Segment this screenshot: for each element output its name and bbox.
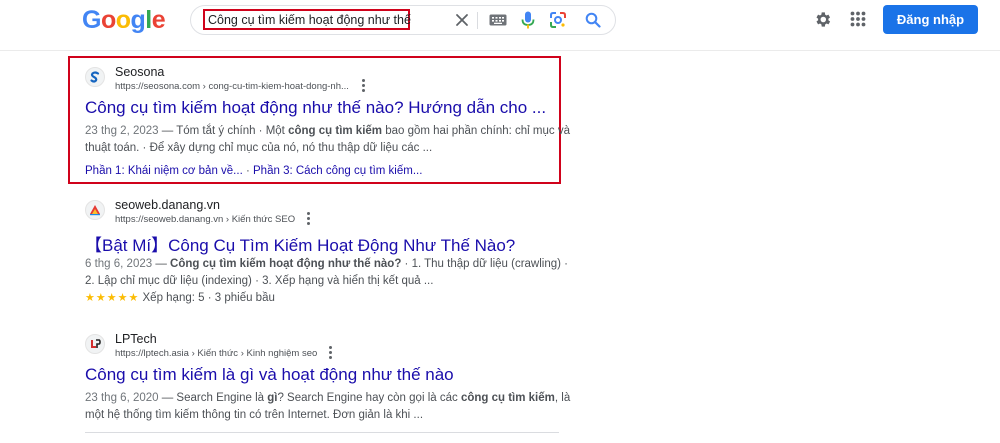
lens-icon[interactable] [548, 10, 568, 30]
result-date: 23 thg 2, 2023 [85, 125, 159, 137]
lptech-favicon-icon [85, 334, 105, 354]
snippet-text: — Tóm tắt ý chính · Một [158, 125, 289, 137]
results-divider [85, 432, 559, 433]
result-title-link[interactable]: 【Bật Mí】Công Cụ Tìm Kiếm Hoạt Động Như T… [85, 231, 515, 256]
more-options-icon[interactable] [303, 211, 313, 225]
microphone-icon[interactable] [518, 10, 538, 30]
result-snippet: thuật toán. · Để xây dựng chỉ mục của nó… [85, 142, 433, 154]
rating-row: ★★★★★ Xếp hạng: 5 · 3 phiếu bầu [85, 291, 275, 306]
site-url[interactable]: https://seosona.com › cong-cu-tim-kiem-h… [115, 81, 349, 92]
sitelink[interactable]: Phần 1: Khái niệm cơ bản về... [85, 165, 243, 177]
close-icon[interactable] [452, 10, 472, 30]
snippet-bold: Công cụ tìm kiếm hoạt động như thế nào? [170, 258, 402, 270]
sitelinks: Phần 1: Khái niệm cơ bản về... · Phần 3:… [85, 165, 422, 177]
site-name[interactable]: seoweb.danang.vn [115, 198, 220, 212]
more-options-icon[interactable] [325, 345, 335, 359]
result-snippet: 23 thg 6, 2020 — Search Engine là gì? Se… [85, 391, 570, 406]
snippet-text: ? Search Engine hay còn gọi là các [277, 392, 461, 404]
search-input[interactable] [205, 11, 414, 28]
search-result: LPTech https://lptech.asia › Kiến thức ›… [85, 332, 585, 432]
site-url[interactable]: https://seoweb.danang.vn › Kiến thức SEO [115, 214, 295, 225]
result-snippet: 2. Lập chỉ mục dữ liệu (indexing) · 3. X… [85, 275, 434, 287]
snippet-text: · 1. Thu thập dữ liệu (crawling) · [401, 258, 568, 270]
result-date: 6 thg 6, 2023 [85, 258, 153, 270]
site-name[interactable]: LPTech [115, 332, 157, 346]
top-bar: Google Công cụ tìm kiếm hoạt động như th… [0, 0, 1000, 51]
snippet-text: , là [554, 392, 571, 404]
more-options-icon[interactable] [358, 78, 368, 92]
result-snippet: 23 thg 2, 2023 — Tóm tắt ý chính · Một c… [85, 124, 570, 139]
query-highlight-box [203, 9, 414, 30]
result-snippet: 6 thg 6, 2023 — Công cụ tìm kiếm hoạt độ… [85, 257, 568, 272]
apps-icon[interactable] [848, 9, 868, 29]
logo-letter: e [151, 6, 166, 34]
star-rating-icon: ★★★★★ [85, 292, 140, 304]
seoweb-favicon-icon [85, 200, 105, 220]
search-box [190, 5, 616, 35]
logo-letter: o [115, 6, 131, 34]
rating-text: Xếp hạng: 5 · 3 phiếu bầu [139, 292, 275, 304]
gear-icon[interactable] [812, 9, 832, 29]
keyboard-icon[interactable] [488, 10, 508, 30]
snippet-text: — Search Engine là [158, 392, 268, 404]
search-result: Seosona https://seosona.com › cong-cu-ti… [85, 65, 585, 177]
result-title-link[interactable]: Công cụ tìm kiếm là gì và hoạt động như … [85, 365, 454, 385]
logo-letter: g [130, 6, 146, 34]
snippet-bold: gì [267, 392, 278, 404]
result-snippet: một hệ thống tìm kiếm thông tin có trên … [85, 409, 424, 421]
signin-button[interactable]: Đăng nhập [883, 5, 978, 34]
sitelink[interactable]: Phần 3: Cách công cụ tìm kiếm... [253, 165, 422, 177]
snippet-text: bao gồm hai phần chính: chỉ mục và [382, 125, 570, 137]
search-result: seoweb.danang.vn https://seoweb.danang.v… [85, 198, 585, 308]
site-url[interactable]: https://lptech.asia › Kiến thức › Kinh n… [115, 348, 317, 359]
snippet-bold: công cụ tìm kiếm [288, 125, 383, 137]
snippet-bold: công cụ tìm kiếm [460, 392, 555, 404]
result-title-link[interactable]: Công cụ tìm kiếm hoạt động như thế nào? … [85, 98, 546, 118]
search-divider [477, 12, 478, 29]
site-name[interactable]: Seosona [115, 65, 164, 79]
google-logo[interactable]: Google [82, 6, 166, 35]
logo-letter: G [82, 6, 101, 34]
seosona-favicon-icon [85, 67, 105, 87]
search-icon[interactable] [583, 10, 603, 30]
result-date: 23 thg 6, 2020 [85, 392, 159, 404]
logo-letter: o [100, 6, 116, 34]
sitelink-separator: · [242, 165, 254, 177]
snippet-text: — [152, 258, 171, 270]
